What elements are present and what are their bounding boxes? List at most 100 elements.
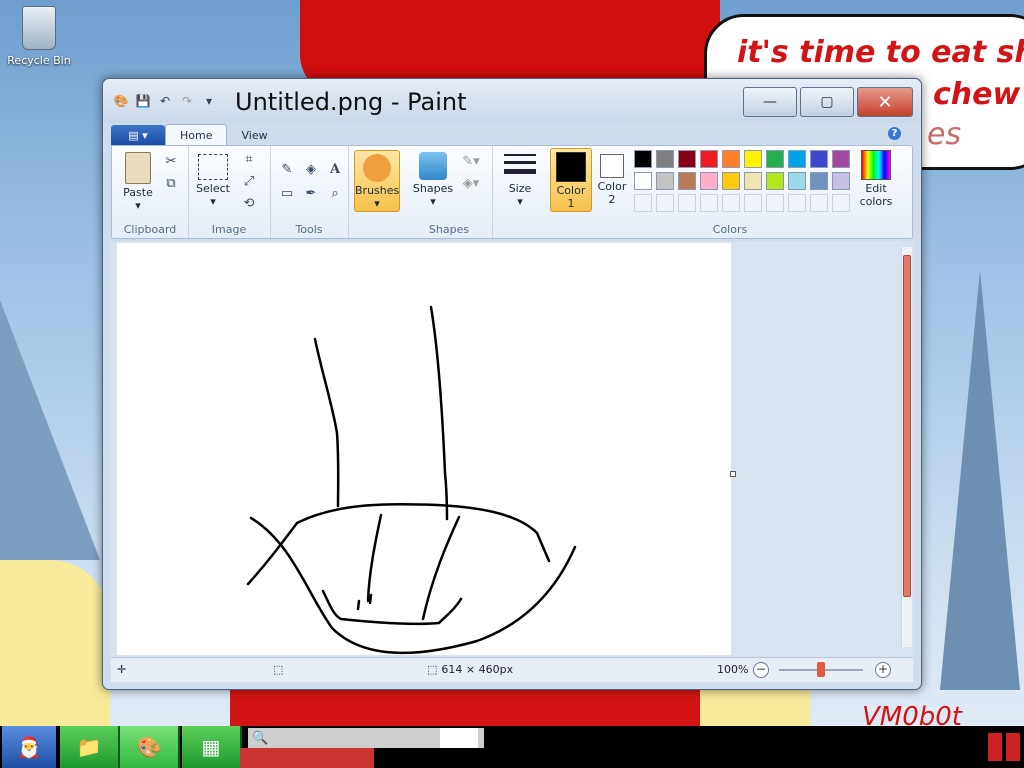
- palette-swatch[interactable]: [766, 172, 784, 190]
- help-icon[interactable]: ?: [888, 127, 901, 140]
- edit-colors-button[interactable]: Edit colors: [854, 150, 898, 208]
- size-label: Size: [508, 182, 532, 195]
- taskbar-app-button[interactable]: ▦: [182, 726, 242, 768]
- paint-app-icon[interactable]: 🎨: [113, 93, 129, 109]
- vertical-scrollbar[interactable]: [901, 247, 912, 647]
- rotate-icon[interactable]: ⟲: [240, 194, 258, 212]
- start-button[interactable]: 🎅: [2, 726, 56, 768]
- close-button[interactable]: ✕: [857, 87, 913, 117]
- palette-swatch[interactable]: [678, 150, 696, 168]
- stroke-tick-2: [368, 593, 373, 605]
- palette-swatch-empty[interactable]: [634, 194, 652, 212]
- minimize-button[interactable]: —: [743, 87, 797, 117]
- brush-icon: [363, 154, 391, 182]
- paint-window: 🎨 💾 ↶ ↷ ▾ Untitled.png - Paint — ▢ ✕ ▤ ▾…: [102, 78, 922, 690]
- shapes-button[interactable]: Shapes ▾: [410, 152, 456, 208]
- zoom-out-button[interactable]: −: [753, 662, 769, 678]
- undo-icon[interactable]: ↶: [157, 93, 173, 109]
- stroke-inner-left: [366, 513, 383, 603]
- palette-swatch[interactable]: [810, 172, 828, 190]
- system-tray: [972, 730, 1024, 764]
- palette-swatch[interactable]: [722, 172, 740, 190]
- tray-icon-1[interactable]: [988, 733, 1002, 761]
- palette-swatch-empty[interactable]: [832, 194, 850, 212]
- palette-swatch-empty[interactable]: [656, 194, 674, 212]
- taskbar-red-block: [240, 748, 374, 768]
- customize-qat-icon[interactable]: ▾: [201, 93, 217, 109]
- taskbar-explorer-button[interactable]: 📁: [60, 726, 120, 768]
- tray-icon-2[interactable]: [1006, 733, 1020, 761]
- tab-home[interactable]: Home: [165, 124, 228, 145]
- cut-icon[interactable]: ✂: [162, 152, 180, 170]
- speech-line-3: es: [927, 117, 962, 152]
- palette-swatch-empty[interactable]: [810, 194, 828, 212]
- eraser-icon[interactable]: ▭: [278, 184, 296, 202]
- color1-button[interactable]: Color 1: [550, 148, 592, 212]
- tree-right: [940, 270, 1020, 690]
- palette-swatch[interactable]: [700, 172, 718, 190]
- palette-swatch[interactable]: [700, 150, 718, 168]
- color-picker-icon[interactable]: ✒: [302, 184, 320, 202]
- ribbon: Paste ▾ ✂ ⧉ Clipboard Select ▾ ⌗ ⤢ ⟲ Ima…: [111, 145, 913, 239]
- palette-swatch-empty[interactable]: [700, 194, 718, 212]
- crop-icon[interactable]: ⌗: [240, 150, 258, 168]
- maximize-button[interactable]: ▢: [800, 87, 854, 117]
- title-bar[interactable]: 🎨 💾 ↶ ↷ ▾ Untitled.png - Paint — ▢ ✕: [103, 79, 921, 123]
- palette-swatch[interactable]: [722, 150, 740, 168]
- palette-swatch[interactable]: [744, 172, 762, 190]
- drawing-canvas[interactable]: [117, 243, 731, 655]
- palette-swatch[interactable]: [634, 172, 652, 190]
- palette-swatch[interactable]: [766, 150, 784, 168]
- palette-swatch-empty[interactable]: [678, 194, 696, 212]
- palette-swatch[interactable]: [634, 150, 652, 168]
- canvas-size-icon: ⬚: [427, 663, 438, 676]
- fill-icon[interactable]: ◈: [302, 160, 320, 178]
- vertical-scrollbar-thumb[interactable]: [903, 255, 911, 597]
- santa-arm-left: [0, 560, 110, 730]
- stroke-inner-right: [421, 515, 461, 621]
- taskbar-paint-button[interactable]: 🎨: [120, 726, 180, 768]
- stroke-bottom: [321, 589, 463, 626]
- color1-swatch: [556, 152, 586, 182]
- palette-swatch[interactable]: [832, 172, 850, 190]
- palette-swatch[interactable]: [744, 150, 762, 168]
- brushes-button[interactable]: Brushes ▾: [354, 150, 400, 212]
- magnifier-icon[interactable]: ⌕: [326, 184, 344, 202]
- palette-swatch[interactable]: [788, 172, 806, 190]
- size-button[interactable]: Size ▾: [500, 154, 540, 208]
- palette-swatch[interactable]: [656, 150, 674, 168]
- zoom-slider-thumb[interactable]: [817, 662, 825, 677]
- palette-swatch[interactable]: [810, 150, 828, 168]
- line-size-icon: [504, 154, 536, 180]
- paste-button[interactable]: Paste ▾: [118, 152, 158, 212]
- taskbar-search-input[interactable]: [440, 728, 478, 748]
- outline-icon[interactable]: ✎▾: [462, 152, 480, 170]
- zoom-level: 100%: [717, 663, 749, 676]
- taskbar: 🎅 📁 🎨 ▦ 🔍: [0, 726, 1024, 768]
- select-button[interactable]: Select ▾: [192, 154, 234, 208]
- palette-swatch-empty[interactable]: [766, 194, 784, 212]
- palette-swatch[interactable]: [678, 172, 696, 190]
- redo-icon[interactable]: ↷: [179, 93, 195, 109]
- palette-swatch-empty[interactable]: [722, 194, 740, 212]
- palette-swatch[interactable]: [656, 172, 674, 190]
- palette-swatch[interactable]: [788, 150, 806, 168]
- text-icon[interactable]: A: [326, 160, 344, 178]
- palette-swatch[interactable]: [832, 150, 850, 168]
- zoom-in-button[interactable]: +: [875, 662, 891, 678]
- palette-swatch-empty[interactable]: [744, 194, 762, 212]
- recycle-bin-shortcut[interactable]: Recycle Bin: [6, 6, 72, 67]
- color2-button[interactable]: Color 2: [592, 148, 632, 210]
- resize-icon[interactable]: ⤢: [240, 172, 258, 190]
- tab-view[interactable]: View: [227, 125, 281, 145]
- pencil-icon[interactable]: ✎: [278, 160, 296, 178]
- file-menu-button[interactable]: ▤ ▾: [111, 125, 165, 145]
- canvas-resize-handle[interactable]: [730, 471, 736, 477]
- image-group-label: Image: [211, 223, 247, 236]
- paste-dropdown-icon: ▾: [135, 199, 141, 212]
- clipboard-group-label: Clipboard: [123, 223, 177, 236]
- save-icon[interactable]: 💾: [135, 93, 151, 109]
- palette-swatch-empty[interactable]: [788, 194, 806, 212]
- copy-icon[interactable]: ⧉: [162, 174, 180, 192]
- shape-fill-icon[interactable]: ◈▾: [462, 174, 480, 192]
